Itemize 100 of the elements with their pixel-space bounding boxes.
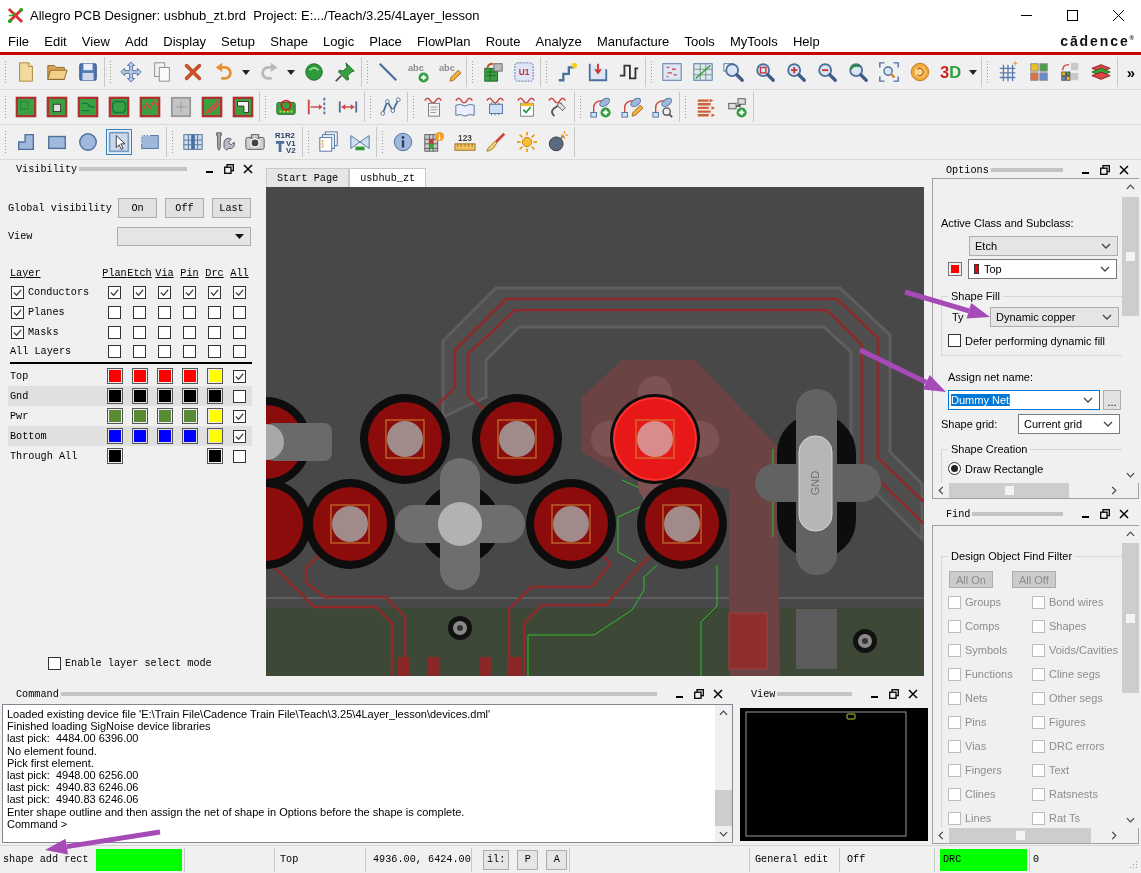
scrollbar-thumb[interactable] [715, 790, 732, 826]
restore-icon[interactable] [1100, 509, 1110, 519]
color-swatch-icon[interactable] [131, 428, 148, 444]
checkbox[interactable] [158, 325, 171, 339]
circle-icon[interactable] [76, 131, 99, 153]
close-icon[interactable] [243, 164, 253, 174]
tiles-icon[interactable] [1027, 61, 1050, 83]
drag-handle[interactable] [990, 168, 1063, 172]
checkbox[interactable] [233, 409, 246, 423]
menu-item[interactable]: Shape [262, 33, 316, 49]
checkbox[interactable] [108, 344, 121, 358]
menu-item[interactable]: Route [478, 33, 528, 49]
chevron-left-icon[interactable] [938, 831, 944, 840]
refresh-icon[interactable] [908, 61, 931, 83]
color-swatch-icon[interactable] [181, 408, 198, 424]
visibility-button[interactable]: Last [212, 198, 251, 218]
menu-item[interactable]: Logic [315, 33, 362, 49]
scrollbar-thumb[interactable] [1122, 543, 1139, 693]
color-swatch-icon[interactable] [156, 388, 173, 404]
color-swatch-icon[interactable] [948, 262, 962, 276]
chevron-left-icon[interactable] [938, 486, 944, 495]
color-swatch-icon[interactable] [206, 368, 223, 384]
diagonal-line-icon[interactable] [376, 61, 399, 83]
color-swatch-icon[interactable] [106, 448, 123, 464]
chevron-down-icon[interactable] [1102, 314, 1112, 320]
checkbox[interactable] [183, 325, 196, 339]
checkbox[interactable] [108, 285, 121, 299]
subclass-dropdown[interactable]: Top [968, 259, 1117, 279]
checkbox[interactable] [133, 344, 146, 358]
grid-board-icon[interactable] [660, 61, 683, 83]
close-icon[interactable] [1112, 9, 1124, 21]
tiles-arrow-icon[interactable] [1058, 61, 1081, 83]
checkbox[interactable] [158, 344, 171, 358]
color-swatch-icon[interactable] [131, 408, 148, 424]
menu-item[interactable]: Setup [213, 33, 263, 49]
status-button[interactable]: il: [483, 849, 510, 870]
restore-icon[interactable] [1100, 165, 1110, 175]
chevron-down-icon[interactable] [1126, 472, 1135, 478]
color-swatch-icon[interactable] [131, 368, 148, 384]
menu-item[interactable]: MyTools [722, 33, 786, 49]
menu-item[interactable]: View [74, 33, 118, 49]
3d-view-icon[interactable]: 3D [939, 61, 962, 83]
zoom-box-icon[interactable] [753, 61, 776, 83]
checkbox[interactable] [948, 334, 961, 347]
close-icon[interactable] [908, 689, 918, 699]
curve-add-icon[interactable] [589, 96, 612, 118]
color-swatch-icon[interactable] [181, 368, 198, 384]
checkbox[interactable] [233, 389, 246, 403]
menu-item[interactable]: File [0, 33, 37, 49]
zoom-fit-icon[interactable] [877, 61, 900, 83]
color-swatch-icon[interactable] [206, 448, 223, 464]
checkbox[interactable] [158, 305, 171, 319]
close-icon[interactable] [713, 689, 723, 699]
menu-item[interactable]: Tools [676, 33, 723, 49]
drag-handle[interactable] [777, 692, 852, 696]
caret-down-icon[interactable] [235, 233, 244, 239]
color-swatch-icon[interactable] [206, 408, 223, 424]
board-icon[interactable] [14, 96, 37, 118]
command-log[interactable] [2, 704, 733, 843]
wave-book-icon[interactable] [453, 96, 476, 118]
tab[interactable]: usbhub_zt [349, 168, 427, 187]
checkbox[interactable] [233, 429, 246, 443]
pointer-icon[interactable] [107, 131, 130, 153]
board-arrow-icon[interactable] [481, 61, 504, 83]
net-name-field[interactable]: Dummy Net [948, 390, 1100, 410]
drag-handle[interactable] [60, 692, 657, 696]
checkbox[interactable] [158, 285, 171, 299]
wave-probe-icon[interactable] [546, 96, 569, 118]
checkbox[interactable] [183, 305, 196, 319]
chevron-down-icon[interactable] [1126, 817, 1135, 823]
camera-icon[interactable] [243, 131, 266, 153]
chevron-down-icon[interactable] [719, 831, 728, 837]
close-icon[interactable] [1119, 165, 1129, 175]
color-swatch-icon[interactable] [106, 428, 123, 444]
checkbox[interactable] [133, 285, 146, 299]
grid-bar-icon[interactable] [181, 131, 204, 153]
browse-button[interactable]: ... [1103, 390, 1121, 410]
color-swatch-icon[interactable] [106, 388, 123, 404]
document-stack-icon[interactable] [317, 131, 340, 153]
grid-info-icon[interactable] [422, 131, 445, 153]
restore-icon[interactable] [694, 689, 704, 699]
color-swatch-icon[interactable] [156, 368, 173, 384]
resize-grip-icon[interactable] [1128, 858, 1138, 869]
board-icon[interactable] [45, 96, 68, 118]
menu-item[interactable]: Edit [36, 33, 75, 49]
color-swatch-icon[interactable] [206, 388, 223, 404]
checkbox[interactable] [108, 305, 121, 319]
move-icon[interactable] [119, 61, 142, 83]
checkbox[interactable] [208, 305, 221, 319]
ball-icon[interactable] [302, 61, 325, 83]
restore-icon[interactable] [224, 164, 234, 174]
status-button[interactable]: A [546, 849, 568, 870]
node-graph-icon[interactable] [379, 96, 402, 118]
zoom-in-icon[interactable] [784, 61, 807, 83]
overflow-button[interactable]: » [1126, 63, 1135, 81]
color-swatch-icon[interactable] [156, 408, 173, 424]
menu-item[interactable]: Add [117, 33, 156, 49]
checkbox[interactable] [133, 305, 146, 319]
chip-icon[interactable]: U1 [512, 61, 535, 83]
menu-item[interactable]: Display [155, 33, 214, 49]
